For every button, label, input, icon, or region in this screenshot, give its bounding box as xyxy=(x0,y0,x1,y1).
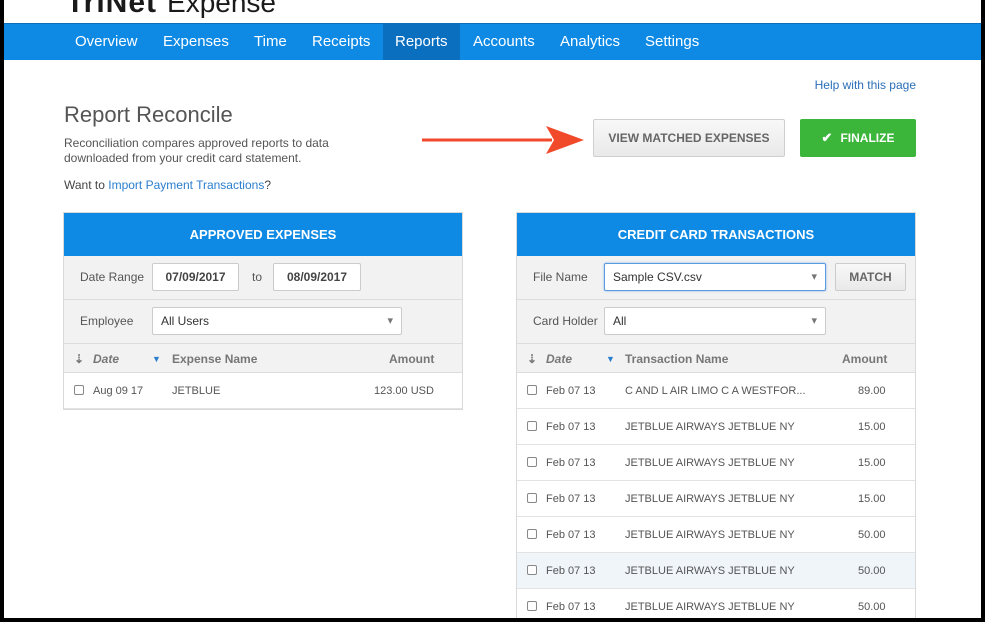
date-to-label: to xyxy=(252,270,263,284)
nav-expenses[interactable]: Expenses xyxy=(151,24,241,60)
row-checkbox[interactable] xyxy=(527,601,537,611)
nav-settings[interactable]: Settings xyxy=(633,24,711,60)
brand-logo[interactable]: TriNet Expense xyxy=(66,0,276,20)
row-name: JETBLUE AIRWAYS JETBLUE NY xyxy=(625,457,795,469)
card-holder-filter: Card Holder All xyxy=(517,300,915,344)
row-amount: 15.00 xyxy=(858,493,886,505)
brand-bar: TriNet Expense xyxy=(4,0,981,23)
row-checkbox[interactable] xyxy=(74,385,84,395)
row-checkbox[interactable] xyxy=(527,385,537,395)
table-row[interactable]: Feb 07 13 JETBLUE AIRWAYS JETBLUE NY 15.… xyxy=(517,481,915,517)
sort-icon[interactable]: ⇣ xyxy=(74,352,84,366)
row-amount: 89.00 xyxy=(858,385,886,397)
file-name-filter: File Name Sample CSV.csv MATCH xyxy=(517,256,915,300)
row-date: Feb 07 13 xyxy=(546,421,596,433)
row-amount: 50.00 xyxy=(858,601,886,613)
nav-time[interactable]: Time xyxy=(242,24,299,60)
row-amount: 123.00 USD xyxy=(374,385,434,397)
row-name: C AND L AIR LIMO C A WESTFOR... xyxy=(625,385,806,397)
row-name: JETBLUE AIRWAYS JETBLUE NY xyxy=(625,601,795,613)
brand-product: Expense xyxy=(167,0,276,18)
row-date: Feb 07 13 xyxy=(546,493,596,505)
view-matched-expenses-button[interactable]: VIEW MATCHED EXPENSES xyxy=(593,119,785,157)
row-amount: 15.00 xyxy=(858,421,886,433)
credit-column-header: ⇣ Date ▼ Transaction Name Amount xyxy=(517,344,915,373)
row-checkbox[interactable] xyxy=(527,529,537,539)
expense-name-column-header[interactable]: Expense Name xyxy=(172,352,257,366)
import-prefix: Want to xyxy=(64,178,109,192)
row-checkbox[interactable] xyxy=(527,565,537,575)
row-amount: 15.00 xyxy=(858,457,886,469)
brand-main: TriNet xyxy=(66,0,158,19)
sort-icon[interactable]: ⇣ xyxy=(527,352,537,366)
date-range-label: Date Range xyxy=(80,270,145,284)
date-from-input[interactable]: 07/09/2017 xyxy=(152,263,239,291)
row-checkbox[interactable] xyxy=(527,493,537,503)
employee-filter: Employee All Users xyxy=(64,300,462,344)
import-transactions-link[interactable]: Import Payment Transactions xyxy=(108,178,264,192)
row-date: Feb 07 13 xyxy=(546,457,596,469)
row-name: JETBLUE xyxy=(172,385,221,397)
sort-dropdown-icon[interactable]: ▼ xyxy=(152,354,161,364)
amount-column-header[interactable]: Amount xyxy=(842,352,887,366)
employee-label: Employee xyxy=(80,314,134,328)
card-holder-label: Card Holder xyxy=(533,314,598,328)
approved-expenses-header: APPROVED EXPENSES xyxy=(64,213,462,256)
date-range-filter: Date Range 07/09/2017 to 08/09/2017 xyxy=(64,256,462,300)
date-column-header[interactable]: Date xyxy=(93,352,119,366)
row-name: JETBLUE AIRWAYS JETBLUE NY xyxy=(625,529,795,541)
row-name: JETBLUE AIRWAYS JETBLUE NY xyxy=(625,565,795,577)
row-amount: 50.00 xyxy=(858,565,886,577)
row-date: Feb 07 13 xyxy=(546,601,596,613)
transaction-name-column-header[interactable]: Transaction Name xyxy=(625,352,728,366)
import-suffix: ? xyxy=(264,178,272,192)
table-row[interactable]: Feb 07 13 C AND L AIR LIMO C A WESTFOR..… xyxy=(517,373,915,409)
row-amount: 50.00 xyxy=(858,529,886,541)
date-column-header[interactable]: Date xyxy=(546,352,572,366)
nav-analytics[interactable]: Analytics xyxy=(548,24,632,60)
employee-select[interactable]: All Users xyxy=(152,307,402,335)
nav-overview[interactable]: Overview xyxy=(63,24,150,60)
table-row[interactable]: Feb 07 13 JETBLUE AIRWAYS JETBLUE NY 15.… xyxy=(517,445,915,481)
credit-card-panel: CREDIT CARD TRANSACTIONS File Name Sampl… xyxy=(516,212,916,618)
approved-expenses-panel: APPROVED EXPENSES Date Range 07/09/2017 … xyxy=(63,212,463,410)
nav-accounts[interactable]: Accounts xyxy=(461,24,547,60)
table-row[interactable]: Feb 07 13 JETBLUE AIRWAYS JETBLUE NY 50.… xyxy=(517,553,915,589)
card-holder-select[interactable]: All xyxy=(604,307,826,335)
row-date: Feb 07 13 xyxy=(546,385,596,397)
sort-dropdown-icon[interactable]: ▼ xyxy=(606,354,615,364)
page-title: Report Reconcile xyxy=(64,102,233,127)
approved-column-header: ⇣ Date ▼ Expense Name Amount xyxy=(64,344,462,373)
credit-card-header: CREDIT CARD TRANSACTIONS xyxy=(517,213,915,256)
table-row[interactable]: Feb 07 13 JETBLUE AIRWAYS JETBLUE NY 15.… xyxy=(517,409,915,445)
app-window: TriNet Expense Overview Expenses Time Rec… xyxy=(4,0,981,618)
table-row[interactable]: Aug 09 17 JETBLUE 123.00 USD xyxy=(64,373,462,409)
file-name-label: File Name xyxy=(533,270,588,284)
nav-reports[interactable]: Reports xyxy=(383,24,460,60)
row-date: Feb 07 13 xyxy=(546,529,596,541)
row-checkbox[interactable] xyxy=(527,457,537,467)
row-date: Feb 07 13 xyxy=(546,565,596,577)
page-description: Reconciliation compares approved reports… xyxy=(64,136,329,165)
finalize-label: FINALIZE xyxy=(840,131,895,145)
amount-column-header[interactable]: Amount xyxy=(389,352,434,366)
row-date: Aug 09 17 xyxy=(93,385,144,397)
nav-receipts[interactable]: Receipts xyxy=(300,24,382,60)
row-name: JETBLUE AIRWAYS JETBLUE NY xyxy=(625,421,795,433)
file-name-select[interactable]: Sample CSV.csv xyxy=(604,263,826,291)
row-name: JETBLUE AIRWAYS JETBLUE NY xyxy=(625,493,795,505)
red-arrow-annotation xyxy=(422,126,584,154)
main-nav: Overview Expenses Time Receipts Reports … xyxy=(4,23,981,60)
row-checkbox[interactable] xyxy=(527,421,537,431)
table-row[interactable]: Feb 07 13 JETBLUE AIRWAYS JETBLUE NY 50.… xyxy=(517,517,915,553)
match-button[interactable]: MATCH xyxy=(835,263,906,291)
finalize-button[interactable]: ✔ FINALIZE xyxy=(800,119,916,157)
help-link[interactable]: Help with this page xyxy=(815,78,916,92)
import-prompt: Want to Import Payment Transactions? xyxy=(64,178,271,192)
date-to-input[interactable]: 08/09/2017 xyxy=(273,263,361,291)
table-row[interactable]: Feb 07 13 JETBLUE AIRWAYS JETBLUE NY 50.… xyxy=(517,589,915,618)
check-icon: ✔ xyxy=(821,130,833,145)
